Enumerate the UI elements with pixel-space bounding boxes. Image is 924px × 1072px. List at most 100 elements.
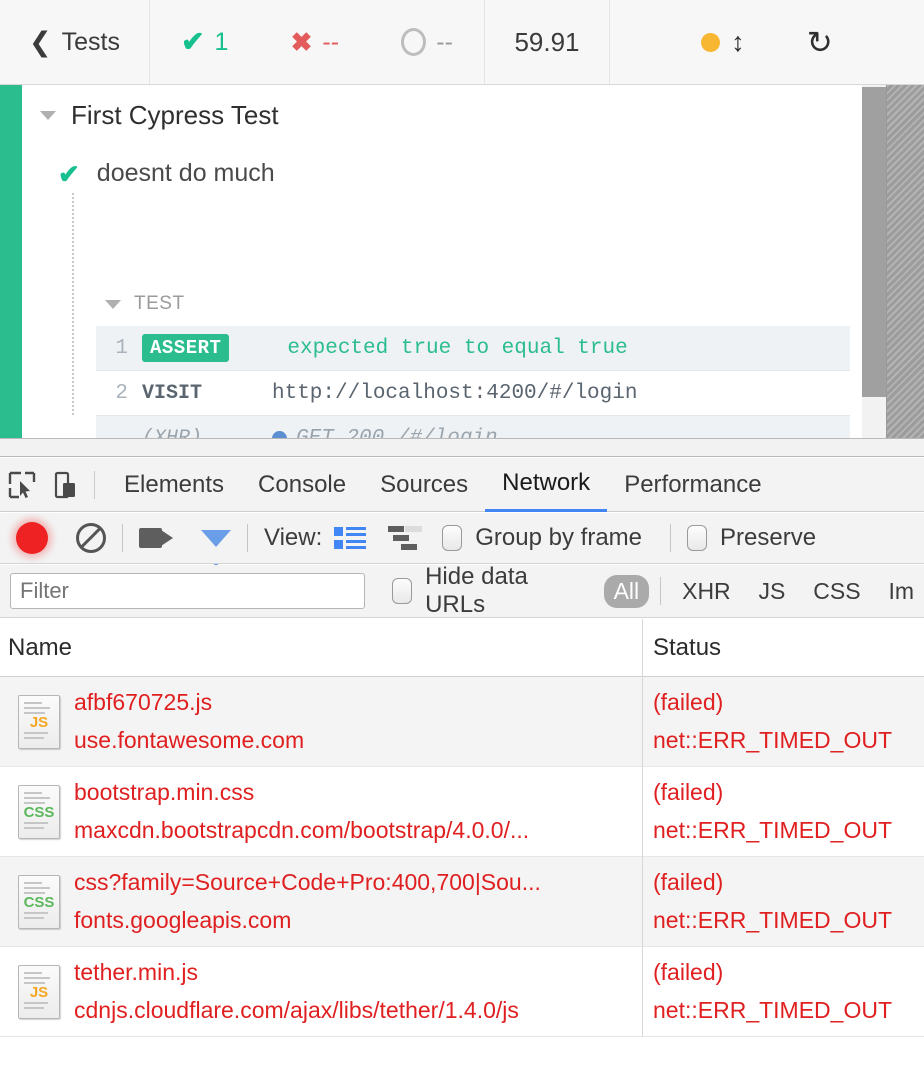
triangle-down-icon[interactable]	[105, 299, 121, 309]
network-request-list: JS afbf670725.js use.fontawesome.com (fa…	[0, 676, 924, 1037]
tab-elements[interactable]: Elements	[107, 458, 241, 512]
orange-dot-icon[interactable]	[701, 32, 721, 52]
tab-sources[interactable]: Sources	[363, 458, 485, 512]
toolbar-divider	[122, 524, 123, 552]
toolbar-divider	[247, 524, 248, 552]
column-header-status[interactable]: Status	[643, 619, 924, 677]
filter-type-css[interactable]: CSS	[803, 575, 870, 608]
filter-funnel-icon[interactable]	[201, 529, 231, 574]
request-status-cell: (failed) net::ERR_TIMED_OUT	[643, 677, 924, 767]
stat-pending: --	[401, 28, 453, 57]
command-message: http://localhost:4200/#/login	[272, 381, 638, 405]
request-domain: fonts.googleapis.com	[74, 906, 292, 933]
checkbox-icon[interactable]	[687, 525, 707, 551]
circle-icon	[401, 28, 427, 56]
filter-input[interactable]	[10, 573, 365, 609]
devtools-panel: Elements Console Sources Network Perform…	[0, 438, 924, 1072]
table-row[interactable]: JS afbf670725.js use.fontawesome.com (fa…	[0, 676, 924, 767]
request-domain: use.fontawesome.com	[74, 726, 305, 753]
assert-badge: ASSERT	[142, 334, 230, 362]
tab-performance[interactable]: Performance	[607, 458, 778, 512]
passed-count: 1	[214, 27, 229, 56]
up-down-arrow-icon[interactable]: ↕	[731, 28, 745, 56]
request-filename: afbf670725.js	[74, 688, 213, 715]
clear-icon[interactable]	[76, 523, 106, 553]
triangle-down-icon[interactable]	[40, 111, 56, 120]
test-header[interactable]: ✔ doesnt do much	[58, 159, 275, 188]
file-type-label: CSS	[23, 893, 55, 911]
css-file-icon: CSS	[18, 784, 60, 839]
tab-network[interactable]: Network	[485, 458, 608, 512]
status-text: (failed)	[653, 868, 724, 895]
tab-console[interactable]: Console	[241, 458, 363, 512]
request-domain: maxcdn.bootstrapcdn.com/bootstrap/4.0.0/…	[74, 816, 530, 843]
table-row[interactable]: CSS css?family=Source+Code+Pro:400,700|S…	[0, 856, 924, 947]
record-icon[interactable]	[16, 522, 48, 554]
hide-data-urls-label: Hide data URLs	[425, 563, 528, 618]
request-status-cell: (failed) net::ERR_TIMED_OUT	[643, 947, 924, 1037]
command-row[interactable]: 1 ASSERT expected true to equal true	[96, 326, 850, 371]
reload-icon[interactable]: ↻	[807, 27, 833, 58]
toolbar-divider	[660, 577, 662, 605]
test-title: doesnt do much	[96, 159, 275, 187]
back-to-tests-label: Tests	[61, 27, 120, 56]
js-file-icon: JS	[18, 694, 60, 749]
status-detail: net::ERR_TIMED_OUT	[653, 816, 892, 843]
back-to-tests-button[interactable]: ❮ Tests	[0, 0, 150, 84]
hide-data-urls-toggle[interactable]: Hide data URLs	[392, 563, 603, 619]
list-view-icon[interactable]	[334, 525, 367, 551]
checkbox-icon[interactable]	[392, 578, 413, 604]
css-file-icon: CSS	[18, 874, 60, 929]
cypress-test-panel: First Cypress Test ✔ doesnt do much TEST…	[0, 85, 924, 438]
filter-type-img[interactable]: Im	[878, 575, 924, 608]
duration-value: 59.91	[514, 26, 580, 57]
check-icon: ✔	[58, 158, 80, 189]
chevron-left-icon: ❮	[29, 26, 52, 57]
toolbar-divider	[670, 524, 671, 552]
device-toolbar-icon[interactable]	[44, 458, 88, 512]
header-tools: ↕ ↻	[610, 0, 924, 84]
column-header-name[interactable]: Name	[0, 618, 643, 677]
filter-type-xhr[interactable]: XHR	[672, 575, 741, 608]
view-label: View:	[264, 524, 323, 551]
group-by-frame-toggle[interactable]: Group by frame	[442, 524, 654, 552]
status-text: (failed)	[653, 778, 724, 805]
xhr-status-dot-icon	[272, 430, 287, 438]
failed-count: --	[322, 27, 340, 56]
resize-hatch-area	[886, 85, 924, 438]
devtools-tabbar: Elements Console Sources Network Perform…	[0, 458, 924, 512]
devtools-splitter[interactable]	[0, 438, 924, 457]
status-detail: net::ERR_TIMED_OUT	[653, 996, 892, 1023]
command-message: GET 200 /#/login	[296, 426, 498, 439]
cypress-header: ❮ Tests ✔ 1 ✖ -- -- 59.91 ↕ ↻	[0, 0, 924, 85]
waterfall-view-icon[interactable]	[388, 525, 423, 551]
table-row[interactable]: CSS bootstrap.min.css maxcdn.bootstrapcd…	[0, 766, 924, 857]
request-name-cell: CSS css?family=Source+Code+Pro:400,700|S…	[0, 856, 643, 947]
stat-failed: ✖ --	[291, 28, 339, 57]
x-icon: ✖	[290, 27, 313, 57]
inspect-element-icon[interactable]	[0, 458, 44, 512]
group-by-frame-label: Group by frame	[475, 524, 642, 551]
command-row[interactable]: 2 VISIT http://localhost:4200/#/login	[96, 371, 850, 416]
filter-type-all[interactable]: All	[603, 574, 650, 608]
test-panel-scrollbar-thumb[interactable]	[862, 87, 886, 397]
request-filename: css?family=Source+Code+Pro:400,700|Sou..…	[74, 868, 541, 895]
file-type-label: JS	[29, 983, 49, 1001]
command-message-wrap: GET 200 /#/login	[272, 426, 498, 439]
test-section-header[interactable]: TEST	[105, 293, 185, 315]
toolbar-divider	[94, 470, 95, 499]
check-icon: ✔	[181, 26, 205, 57]
filter-type-js[interactable]: JS	[749, 575, 796, 608]
suite-title: First Cypress Test	[71, 100, 279, 130]
capture-screenshots-icon[interactable]	[139, 528, 173, 548]
checkbox-icon[interactable]	[442, 525, 463, 551]
command-row[interactable]: (XHR) GET 200 /#/login	[96, 416, 850, 438]
table-row[interactable]: JS tether.min.js cdnjs.cloudflare.com/aj…	[0, 946, 924, 1037]
status-text: (failed)	[653, 688, 724, 715]
preserve-log-toggle[interactable]: Preserve	[687, 524, 828, 552]
request-text: tether.min.js cdnjs.cloudflare.com/ajax/…	[74, 954, 519, 1030]
suite-header[interactable]: First Cypress Test	[40, 100, 279, 131]
stat-passed: ✔ 1	[181, 28, 228, 57]
request-text: css?family=Source+Code+Pro:400,700|Sou..…	[74, 864, 541, 940]
request-filename: tether.min.js	[74, 958, 198, 985]
